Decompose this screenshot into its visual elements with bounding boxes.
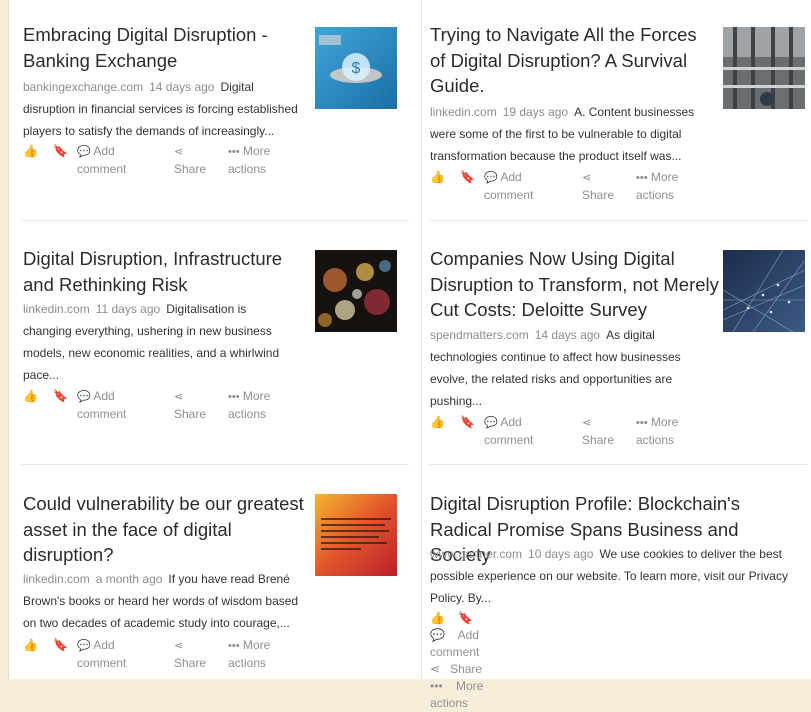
ellipsis-icon: ••• — [228, 146, 240, 158]
thumbs-up-icon[interactable]: 👍 — [23, 637, 38, 654]
article-thumbnail[interactable]: $ — [315, 27, 397, 109]
ellipsis-icon: ••• — [430, 679, 443, 693]
row-divider — [21, 464, 409, 465]
thumbs-up-icon[interactable]: 👍 — [23, 143, 38, 160]
comment-icon: 💬 — [77, 146, 91, 158]
svg-text:$: $ — [352, 60, 361, 77]
add-comment-button[interactable]: 💬 Add comment — [484, 414, 533, 449]
more-actions-button[interactable]: ••• More actions — [228, 143, 270, 178]
article-age: 19 days ago — [502, 105, 569, 119]
more-actions-button[interactable]: ••• More actions — [228, 388, 270, 423]
article-source[interactable]: linkedin.com — [23, 302, 90, 316]
more-actions-button[interactable]: ••• More actions — [430, 679, 483, 710]
share-icon: ⋖ — [582, 417, 592, 429]
article-snippet-block: linkedin.com 11 days ago Digitalisation is… — [23, 298, 293, 386]
bookmark-icon[interactable]: 🔖 — [53, 143, 68, 160]
article-age: 11 days ago — [95, 302, 161, 316]
article-title[interactable]: Could vulnerability be our greatest asse… — [23, 491, 308, 568]
thumbs-up-icon[interactable]: 👍 — [430, 169, 445, 186]
article-title[interactable]: Trying to Navigate All the Forces of Dig… — [430, 22, 715, 99]
article-thumbnail[interactable] — [315, 250, 397, 332]
article-snippet-block: bankingexchange.com 14 days ago Digital di… — [23, 76, 309, 142]
article-actions: 👍 🔖 💬 Add comment ⋖ Share ••• More actions — [430, 413, 716, 447]
article-thumbnail[interactable] — [723, 27, 805, 109]
bookmark-icon[interactable]: 🔖 — [53, 388, 68, 405]
article-actions: 👍 🔖 💬 Add comment ⋖ Share ••• More actions — [23, 142, 309, 176]
comment-icon: 💬 — [484, 417, 498, 429]
share-button[interactable]: ⋖ Share — [582, 169, 614, 204]
row-divider — [429, 464, 807, 465]
article-snippet-block: www.gartner.com 10 days ago We use cookies… — [430, 543, 798, 609]
comment-icon: 💬 — [484, 172, 498, 184]
article-title[interactable]: Companies Now Using Digital Disruption t… — [430, 246, 720, 323]
article-snippet-block: spendmatters.com 14 days ago As digital te… — [430, 324, 710, 412]
share-icon: ⋖ — [174, 391, 184, 403]
article-snippet-block: linkedin.com 19 days ago A. Content busine… — [430, 101, 712, 167]
article-source[interactable]: spendmatters.com — [430, 328, 529, 342]
more-actions-button[interactable]: ••• More actions — [228, 637, 270, 672]
more-actions-button[interactable]: ••• More actions — [636, 169, 678, 204]
share-button[interactable]: ⋖ Share — [174, 388, 206, 423]
article-source[interactable]: linkedin.com — [430, 105, 497, 119]
share-button[interactable]: ⋖ Share — [430, 662, 492, 676]
add-comment-button[interactable]: 💬 Add comment — [484, 169, 533, 204]
article-title[interactable]: Embracing Digital Disruption - Banking E… — [23, 22, 293, 73]
ellipsis-icon: ••• — [228, 640, 240, 652]
article-actions: 👍 🔖 💬 Add comment ⋖ Share ••• More actions — [430, 168, 716, 202]
bookmark-icon[interactable]: 🔖 — [460, 169, 475, 186]
share-icon: ⋖ — [174, 640, 184, 652]
share-icon: ⋖ — [582, 172, 592, 184]
article-snippet-block: linkedin.com a month ago If you have read … — [23, 568, 307, 634]
article-actions: 👍 🔖 💬 Add comment ⋖ Share ••• More actions — [23, 387, 309, 421]
ellipsis-icon: ••• — [636, 172, 648, 184]
bookmark-icon[interactable]: 🔖 — [458, 611, 473, 625]
article-title[interactable]: Digital Disruption, Infrastructure and R… — [23, 246, 298, 297]
article-age: 10 days ago — [528, 547, 594, 561]
add-comment-button[interactable]: 💬 Add comment — [77, 143, 126, 178]
article-age: 14 days ago — [149, 80, 215, 94]
article-actions: 👍 🔖 💬 Add comment ⋖ Share ••• More actions — [23, 636, 309, 670]
share-icon: ⋖ — [174, 146, 184, 158]
column-divider — [421, 0, 422, 679]
ellipsis-icon: ••• — [228, 391, 240, 403]
share-button[interactable]: ⋖ Share — [174, 143, 206, 178]
article-age: a month ago — [95, 572, 163, 586]
feed-panel: Embracing Digital Disruption - Banking E… — [8, 0, 811, 710]
more-actions-button[interactable]: ••• More actions — [636, 414, 678, 449]
bookmark-icon[interactable]: 🔖 — [53, 637, 68, 654]
ellipsis-icon: ••• — [636, 417, 648, 429]
article-thumbnail[interactable] — [723, 250, 805, 332]
add-comment-button[interactable]: 💬 Add comment — [77, 388, 126, 423]
article-age: 14 days ago — [534, 328, 601, 342]
thumbs-up-icon[interactable]: 👍 — [23, 388, 38, 405]
share-button[interactable]: ⋖ Share — [582, 414, 614, 449]
thumbs-up-icon[interactable]: 👍 — [430, 611, 445, 625]
row-divider — [21, 220, 409, 221]
row-divider — [429, 220, 807, 221]
share-button[interactable]: ⋖ Share — [174, 637, 206, 672]
share-icon: ⋖ — [430, 662, 441, 676]
add-comment-button[interactable]: 💬 Add comment — [77, 637, 126, 672]
article-source[interactable]: www.gartner.com — [430, 547, 522, 561]
article-source[interactable]: bankingexchange.com — [23, 80, 143, 94]
comment-icon: 💬 — [77, 640, 91, 652]
comment-icon: 💬 — [77, 391, 91, 403]
bookmark-icon[interactable]: 🔖 — [460, 414, 475, 431]
article-thumbnail[interactable] — [315, 494, 397, 576]
add-comment-button[interactable]: 💬 Add comment — [430, 628, 489, 659]
comment-icon: 💬 — [430, 628, 445, 642]
thumbs-up-icon[interactable]: 👍 — [430, 414, 445, 431]
article-actions: 👍 🔖 💬 Add comment ⋖ Share ••• More action… — [430, 610, 502, 712]
article-source[interactable]: linkedin.com — [23, 572, 90, 586]
